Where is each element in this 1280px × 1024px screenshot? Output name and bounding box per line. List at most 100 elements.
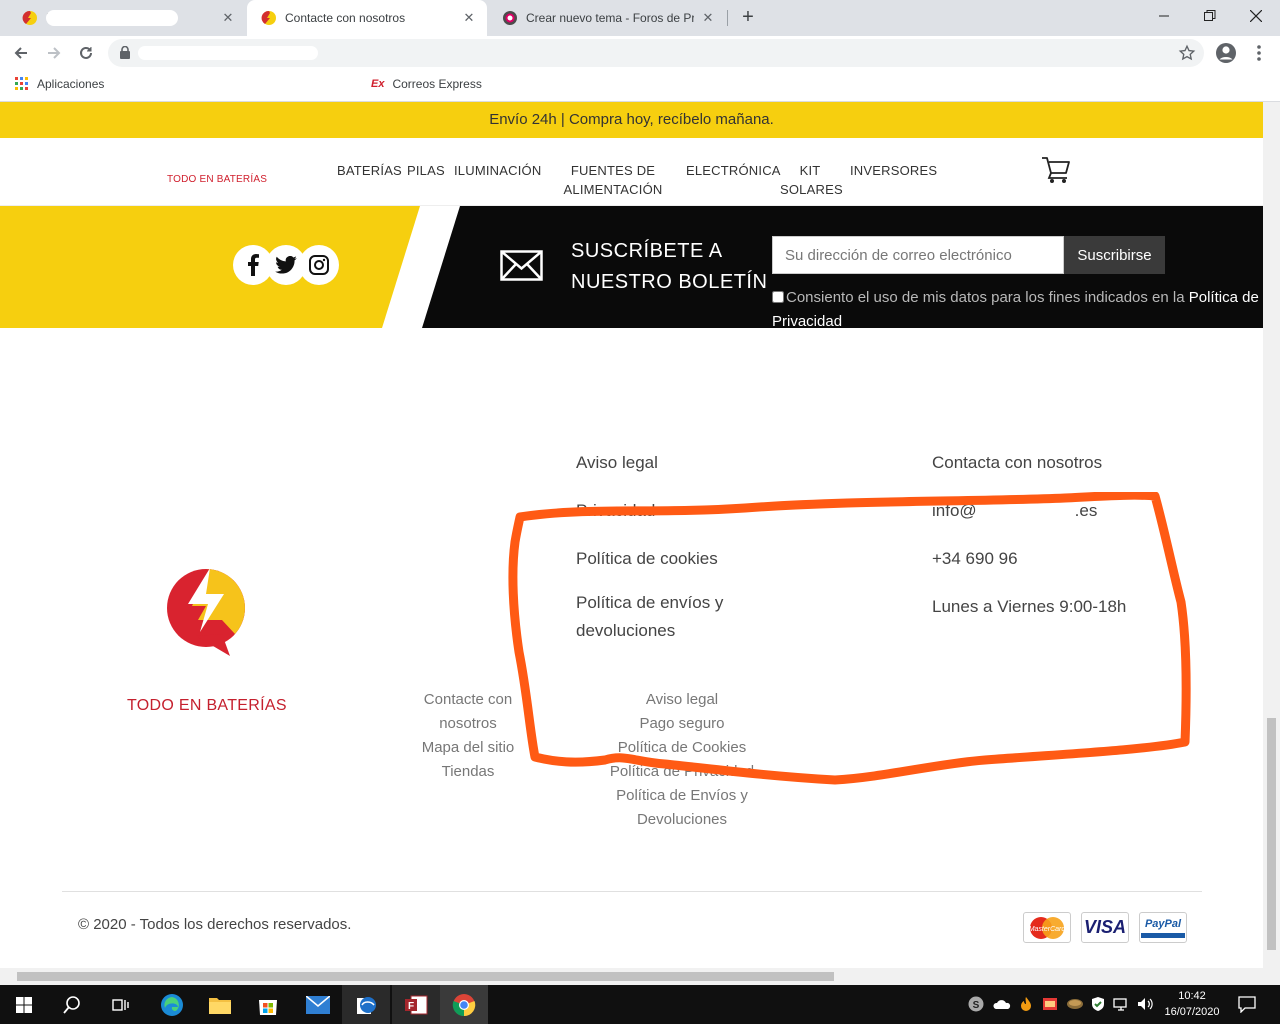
windows-start-icon[interactable] (0, 985, 48, 1024)
bookmarks-bar: Aplicaciones Ex Correos Express (0, 70, 1280, 102)
close-window-button[interactable] (1233, 0, 1279, 32)
newsletter-title: SUSCRÍBETE A NUESTRO BOLETÍN (571, 236, 767, 298)
flame-tray-icon[interactable] (1018, 996, 1034, 1012)
forward-button[interactable] (41, 40, 67, 66)
header-brand-logo[interactable]: TODO EN BATERÍAS (167, 174, 267, 185)
notification-center-icon[interactable] (1238, 995, 1256, 1013)
consent-checkbox[interactable] (772, 291, 784, 303)
tab-close-icon[interactable]: ✕ (461, 10, 477, 26)
main-navigation: TODO EN BATERÍAS BATERÍAS PILAS ILUMINAC… (0, 138, 1263, 206)
task-view-icon[interactable] (96, 985, 144, 1024)
newsletter-email-input[interactable] (772, 236, 1064, 274)
red-app-tray-icon[interactable] (1042, 996, 1058, 1012)
vertical-scroll-thumb[interactable] (1267, 718, 1276, 950)
address-bar[interactable] (108, 39, 1204, 67)
restore-button[interactable] (1187, 0, 1233, 32)
nav-item-electronica[interactable]: ELECTRÓNICA (686, 161, 781, 180)
nav-item-kit-solares[interactable]: KIT SOLARES (780, 161, 843, 199)
edge-browser-icon[interactable] (148, 985, 196, 1024)
browser-tab-strip: Hoe ✕ Contacte con nosotros ✕ Crear nuev… (0, 0, 1280, 36)
footer-divider (62, 891, 1202, 892)
horizontal-scroll-thumb[interactable] (17, 972, 834, 981)
search-icon[interactable] (48, 985, 96, 1024)
back-button[interactable] (8, 40, 34, 66)
network-tray-icon[interactable] (1113, 996, 1129, 1012)
prestashop-favicon-icon (502, 10, 518, 26)
newsletter-title-line: NUESTRO BOLETÍN (571, 271, 768, 293)
tab-close-icon[interactable]: ✕ (220, 10, 236, 26)
footer-link-aviso-legal[interactable]: Aviso legal (576, 439, 776, 487)
bookmark-apps[interactable]: Aplicaciones (15, 77, 104, 91)
lock-icon (120, 46, 130, 59)
svg-text:S: S (973, 1000, 980, 1011)
nav-item-fuentes-alimentacion[interactable]: FUENTES DE ALIMENTACIÓN (562, 161, 664, 199)
newsletter-section: SUSCRÍBETE A NUESTRO BOLETÍN Suscribirse… (0, 206, 1263, 330)
site-favicon-icon (22, 10, 38, 26)
envelope-icon (500, 250, 543, 281)
copyright-text: © 2020 - Todos los derechos reservados. (78, 916, 352, 933)
newsletter-yellow-panel (0, 206, 420, 328)
tab-title: Contacte con nosotros (285, 11, 406, 25)
newsletter-consent: Consiento el uso de mis datos para los f… (772, 286, 1263, 334)
file-explorer-icon[interactable] (196, 985, 244, 1024)
nav-item-pilas[interactable]: PILAS (407, 161, 445, 180)
vertical-scrollbar[interactable] (1263, 102, 1280, 968)
web-page: Envío 24h | Compra hoy, recíbelo mañana.… (0, 102, 1263, 968)
tab-separator (727, 10, 728, 26)
footer-lightning-logo-icon[interactable] (166, 566, 248, 656)
skype-tray-icon[interactable]: S (968, 996, 984, 1012)
redaction-mark (46, 10, 178, 26)
browser-toolbar (0, 36, 1280, 70)
footer-contact-title[interactable]: Contacta con nosotros (932, 439, 1172, 487)
clock-time: 10:42 (1178, 990, 1206, 1002)
nav-item-inversores[interactable]: INVERSORES (850, 161, 937, 180)
orange-highlight-annotation (508, 492, 1191, 785)
chrome-app-icon[interactable] (440, 985, 488, 1024)
url-redaction-mark (138, 46, 318, 60)
microsoft-store-icon[interactable] (244, 985, 292, 1024)
tab-title: Crear nuevo tema - Foros de PrestaShop (526, 11, 694, 25)
outlook-app-icon[interactable] (342, 985, 390, 1024)
tab-close-icon[interactable]: ✕ (700, 10, 716, 26)
onedrive-tray-icon[interactable] (993, 996, 1011, 1012)
apps-grid-icon (15, 77, 28, 90)
mail-app-icon[interactable] (294, 985, 342, 1024)
cookie-tray-icon[interactable] (1066, 996, 1083, 1012)
taskbar-clock[interactable]: 10:42 16/07/2020 (1160, 988, 1224, 1020)
windows-taskbar: F S 10:42 16/07/2020 (0, 985, 1280, 1024)
volume-tray-icon[interactable] (1137, 996, 1153, 1012)
footer-brand-name[interactable]: TODO EN BATERÍAS (127, 697, 287, 715)
reload-button[interactable] (73, 40, 99, 66)
paypal-stripe (1141, 932, 1185, 938)
mastercard-icon: MasterCard (1023, 912, 1071, 943)
mastercard-label: MasterCard (1029, 926, 1067, 933)
site-favicon-icon (261, 10, 277, 26)
promo-banner: Envío 24h | Compra hoy, recíbelo mañana. (0, 102, 1263, 138)
shopping-cart-icon[interactable] (1041, 156, 1071, 184)
bookmark-correos-express[interactable]: Ex Correos Express (371, 77, 482, 91)
nav-item-baterias[interactable]: BATERÍAS (337, 161, 402, 180)
access-app-icon[interactable]: F (392, 985, 440, 1024)
horizontal-scrollbar[interactable] (0, 968, 1280, 985)
security-shield-tray-icon[interactable] (1090, 996, 1106, 1012)
profile-avatar-icon[interactable] (1213, 40, 1239, 66)
visa-icon: VISA (1081, 912, 1129, 943)
instagram-icon[interactable] (299, 245, 339, 285)
consent-text: Consiento el uso de mis datos para los f… (786, 289, 1189, 306)
nav-item-iluminacion[interactable]: ILUMINACIÓN (454, 161, 541, 180)
clock-date: 16/07/2020 (1164, 1006, 1220, 1018)
correos-express-icon: Ex (371, 78, 385, 90)
svg-text:F: F (408, 1001, 414, 1012)
visa-label: VISA (1083, 917, 1126, 937)
browser-tab-active[interactable]: Contacte con nosotros ✕ (247, 0, 487, 36)
newsletter-title-line: SUSCRÍBETE A (571, 240, 723, 262)
bookmark-label: Correos Express (392, 77, 482, 91)
subscribe-button[interactable]: Suscribirse (1064, 236, 1165, 274)
paypal-label: PayPal (1144, 917, 1182, 930)
browser-tab[interactable]: Crear nuevo tema - Foros de PrestaShop ✕ (488, 0, 726, 36)
bookmark-star-icon[interactable] (1178, 44, 1196, 62)
browser-menu-icon[interactable] (1246, 40, 1272, 66)
bookmark-label: Aplicaciones (37, 77, 105, 91)
new-tab-button[interactable]: + (736, 6, 760, 30)
minimize-button[interactable] (1141, 0, 1187, 32)
